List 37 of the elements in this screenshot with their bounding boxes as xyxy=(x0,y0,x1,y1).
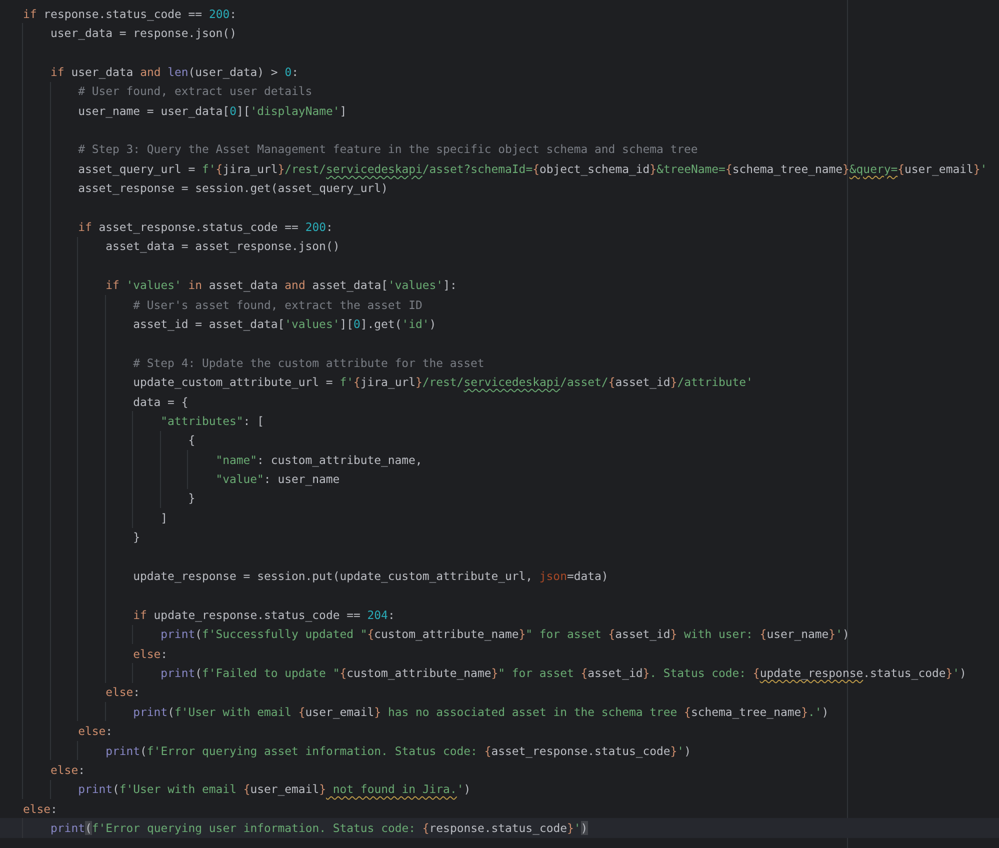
code-line: update_response = session.put(update_custom_attribute_url, json=data) xyxy=(133,569,608,584)
code-line: else: xyxy=(78,724,112,738)
code-line: "attributes": [ xyxy=(160,414,264,428)
code-line: if user_data and len(user_data) > 0: xyxy=(50,64,298,79)
code-line: print(f'Failed to update "{custom_attribute_name}" for asset {asset_id}. Status code: {update_response.status_code}') xyxy=(160,666,966,680)
code-line: if asset_response.status_code == 200: xyxy=(78,220,333,234)
code-line: ] xyxy=(160,510,168,525)
code-line: } xyxy=(188,491,196,506)
code-line: if response.status_code == 200: xyxy=(23,6,236,21)
code-line: user_name = user_data[0]['displayName'] xyxy=(78,104,347,118)
code-line: else: xyxy=(50,762,85,777)
code-line: "value": user_name xyxy=(216,472,340,486)
code-line: print(f'Error querying user information. Status code: {response.status_code}') xyxy=(50,821,588,836)
code-line: asset_data = asset_response.json() xyxy=(106,239,340,254)
code-line: else: xyxy=(106,685,140,700)
code-line: "name": custom_attribute_name, xyxy=(216,452,422,467)
code-line: } xyxy=(133,530,140,544)
code-editor[interactable] xyxy=(0,0,999,848)
code-line: else: xyxy=(133,646,168,661)
code-line: print(f'Successfully updated "{custom_attribute_name}" for asset {asset_id} with user: {user_name}') xyxy=(160,627,850,642)
code-line: asset_id = asset_data['values'][0].get('id') xyxy=(133,316,436,331)
code-line: print(f'User with email {user_email} has no associated asset in the schema tree {schema_tree_name}.') xyxy=(133,704,829,719)
code-line: { xyxy=(188,433,196,448)
code-line: if 'values' in asset_data and asset_data['values']: xyxy=(106,278,457,292)
code-line: # User found, extract user details xyxy=(78,84,312,98)
code-line: else: xyxy=(23,802,58,816)
code-line: # User's asset found, extract the asset ID xyxy=(133,298,422,312)
code-line: update_custom_attribute_url = f'{jira_url}/rest/servicedeskapi/asset/{asset_id}/attribute' xyxy=(133,375,753,390)
code-line: print(f'Error querying asset information. Status code: {asset_response.status_code}') xyxy=(106,744,691,758)
code-line: asset_response = session.get(asset_query_url) xyxy=(78,181,388,196)
code-line: # Step 4: Update the custom attribute for the asset xyxy=(133,356,484,370)
code-line: # Step 3: Query the Asset Management feature in the specific object schema and schema tree xyxy=(78,142,698,156)
code-line: if update_response.status_code == 204: xyxy=(133,608,395,622)
code-line: user_data = response.json() xyxy=(50,26,236,40)
code-line: print(f'User with email {user_email} not found in Jira.') xyxy=(78,782,471,796)
code-line: data = { xyxy=(133,394,188,408)
code-line: asset_query_url = f'{jira_url}/rest/servicedeskapi/asset?schemaId={object_schema_id}&treeName={schema_tree_name}&query={user_email}' xyxy=(78,162,988,176)
